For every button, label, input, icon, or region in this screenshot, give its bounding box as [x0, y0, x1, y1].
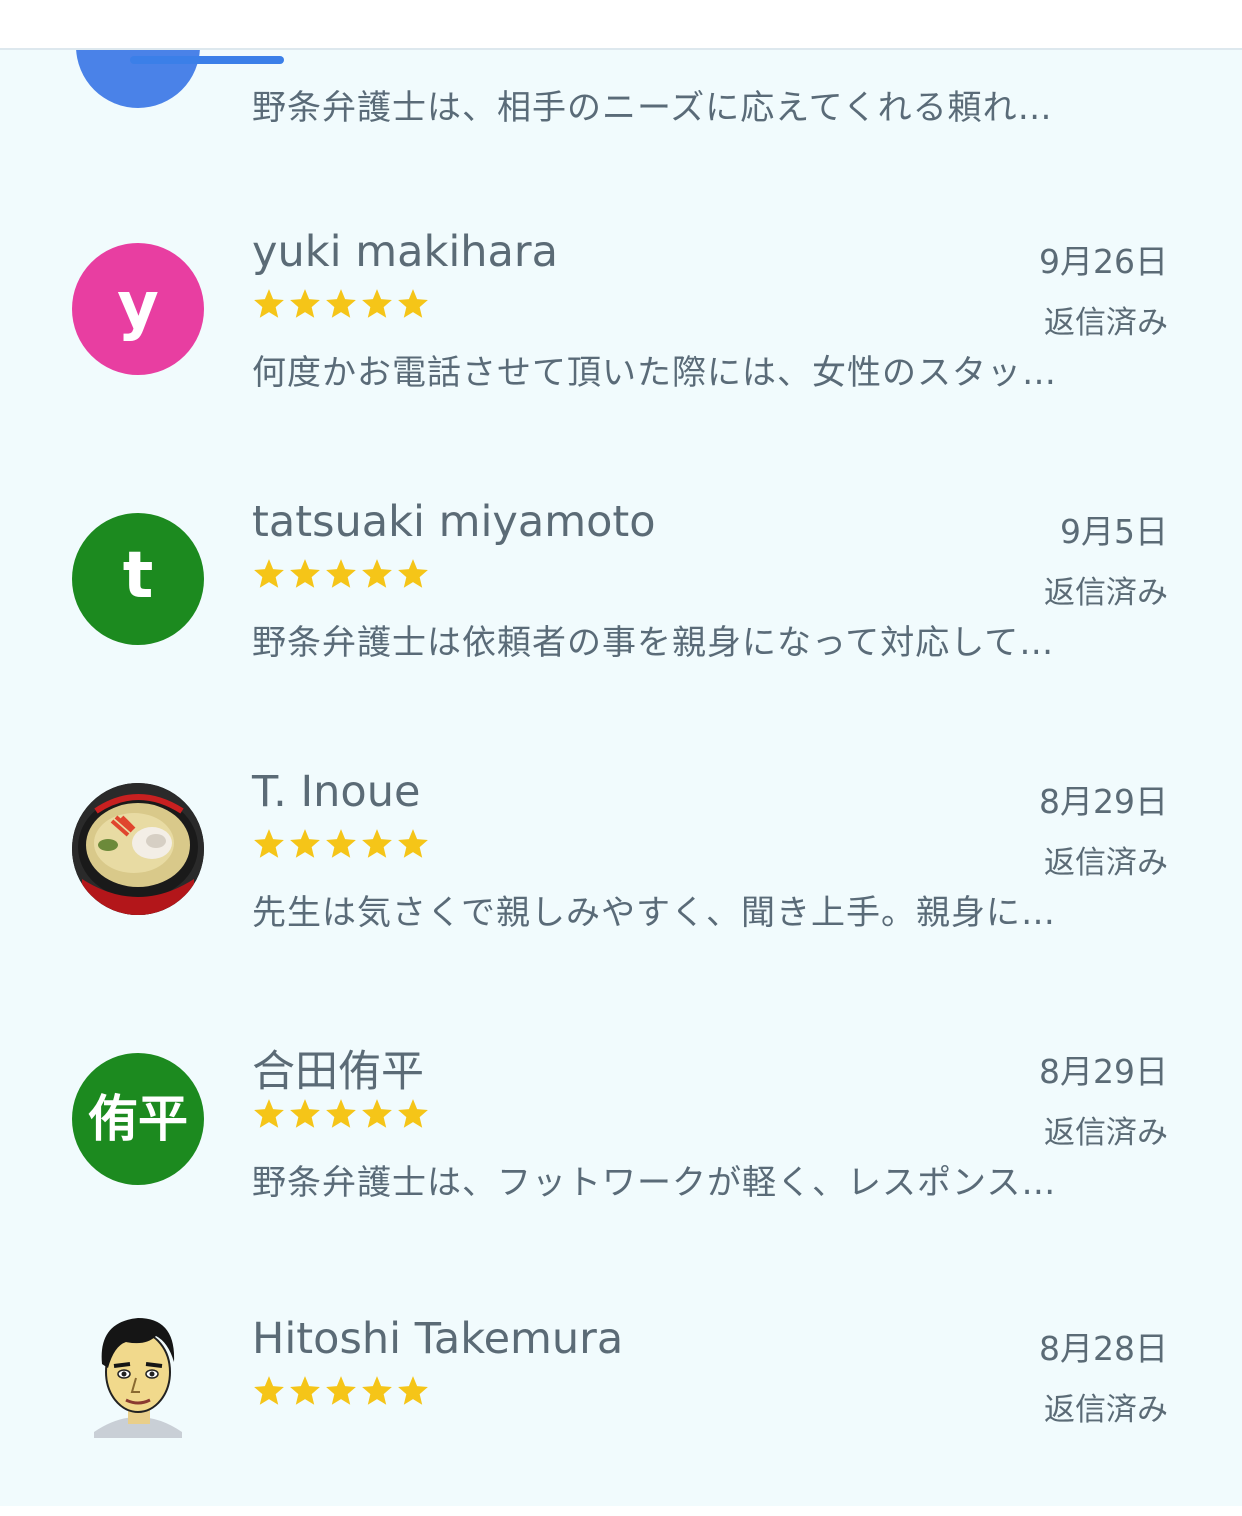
- reply-status: 返信済み: [1044, 305, 1168, 341]
- star-icon: [254, 829, 284, 858]
- star-icon: [398, 289, 428, 318]
- star-icon: [254, 559, 284, 588]
- scroll-indicator: [130, 56, 284, 64]
- review-date: 9月26日: [1039, 242, 1168, 281]
- reviewer-name: tatsuaki miyamoto: [252, 497, 656, 547]
- reply-status: 返信済み: [1044, 575, 1168, 611]
- star-icon: [254, 1099, 284, 1128]
- avatar: y: [72, 243, 204, 375]
- caricature-portrait-icon: [72, 1306, 204, 1438]
- star-icon: [398, 829, 428, 858]
- star-icon: [362, 289, 392, 318]
- top-bar: [0, 0, 1242, 48]
- avatar-letter: 侑平: [88, 1090, 188, 1148]
- star-icon: [326, 559, 356, 588]
- reply-status: 返信済み: [1044, 1392, 1168, 1428]
- star-icon: [362, 559, 392, 588]
- star-rating: [252, 1374, 430, 1418]
- star-icon: [326, 1099, 356, 1128]
- star-icon: [290, 829, 320, 858]
- review-item[interactable]: 侑平 合田侑平 8月29日 返信済み 野条弁護士は、フットワークが軽く、レスポン…: [0, 1037, 1242, 1277]
- avatar: t: [72, 513, 204, 645]
- reviewer-name: T. Inoue: [252, 767, 421, 817]
- review-item[interactable]: t tatsuaki miyamoto 9月5日 返信済み 野条弁護士は依頼者の…: [0, 497, 1242, 737]
- reviewer-name: yuki makihara: [252, 227, 558, 277]
- star-icon: [398, 1099, 428, 1128]
- star-icon: [362, 1376, 392, 1405]
- star-icon: [254, 289, 284, 318]
- review-item[interactable]: y yuki makihara 9月26日 返信済み 何度かお電話させて頂いた際…: [0, 227, 1242, 467]
- star-icon: [398, 559, 428, 588]
- star-rating: [252, 827, 430, 871]
- star-icon: [326, 289, 356, 318]
- star-rating: [252, 287, 430, 331]
- star-icon: [290, 559, 320, 588]
- star-icon: [362, 1099, 392, 1128]
- star-icon: [290, 1376, 320, 1405]
- star-rating: [252, 557, 430, 601]
- star-icon: [398, 1376, 428, 1405]
- reviews-panel: 野条弁護士は、相手のニーズに応えてくれる頼れ… y yuki makihara …: [0, 48, 1242, 1508]
- star-icon: [254, 1376, 284, 1405]
- review-snippet: 野条弁護士は、フットワークが軽く、レスポンス…: [252, 1163, 1057, 1203]
- reply-status: 返信済み: [1044, 1115, 1168, 1151]
- avatar-letter: t: [122, 539, 154, 613]
- star-rating: [252, 1097, 430, 1141]
- review-date: 8月28日: [1039, 1329, 1168, 1368]
- avatar: 侑平: [72, 1053, 204, 1185]
- review-snippet: 何度かお電話させて頂いた際には、女性のスタッ…: [252, 353, 1057, 393]
- star-icon: [326, 829, 356, 858]
- reply-status: 返信済み: [1044, 845, 1168, 881]
- ramen-photo-icon: [72, 783, 204, 915]
- avatar-letter: y: [117, 269, 159, 343]
- bottom-edge: [0, 1506, 1242, 1516]
- review-date: 9月5日: [1060, 512, 1168, 551]
- review-snippet: 野条弁護士は依頼者の事を親身になって対応して…: [252, 623, 1055, 663]
- review-date: 8月29日: [1039, 1052, 1168, 1091]
- review-snippet[interactable]: 野条弁護士は、相手のニーズに応えてくれる頼れ…: [252, 80, 1182, 129]
- star-icon: [290, 1099, 320, 1128]
- review-snippet: 先生は気さくで親しみやすく、聞き上手。親身に…: [252, 893, 1056, 933]
- ramen-photo: [72, 783, 204, 915]
- caricature-portrait: [94, 1318, 182, 1438]
- review-item[interactable]: T. Inoue 8月29日 返信済み 先生は気さくで親しみやすく、聞き上手。親…: [0, 767, 1242, 1007]
- star-icon: [362, 829, 392, 858]
- reviewer-name: 合田侑平: [252, 1047, 424, 1097]
- star-icon: [290, 289, 320, 318]
- star-icon: [326, 1376, 356, 1405]
- review-item[interactable]: Hitoshi Takemura 8月28日 返信済み: [0, 1314, 1242, 1508]
- reviewer-name: Hitoshi Takemura: [252, 1314, 624, 1364]
- review-date: 8月29日: [1039, 782, 1168, 821]
